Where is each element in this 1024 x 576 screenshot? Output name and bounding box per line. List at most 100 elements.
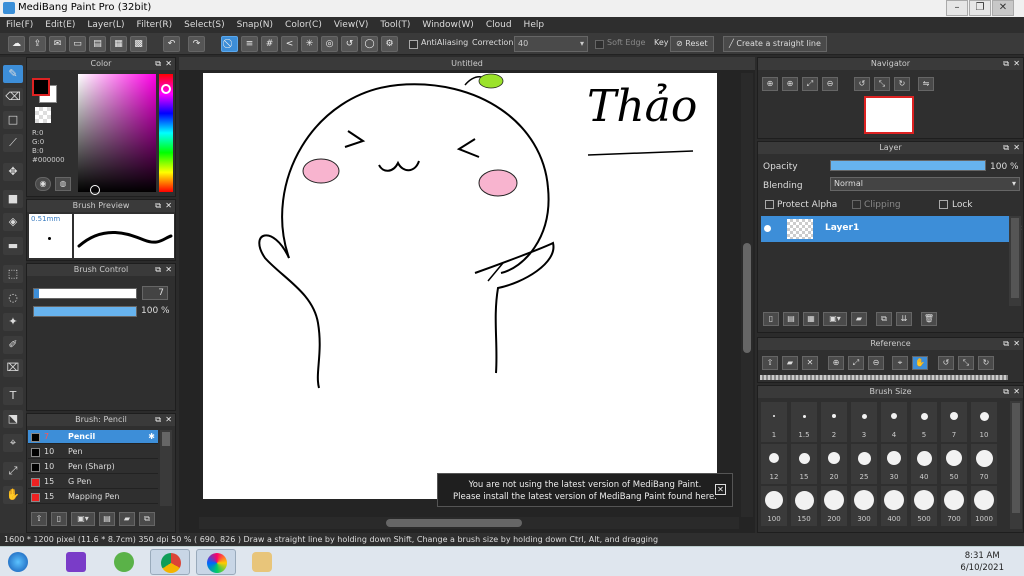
layer-folder-icon[interactable]: ▰ xyxy=(851,312,867,326)
divide-tool-icon[interactable]: ⬔ xyxy=(3,410,23,428)
flip-icon[interactable]: ⇋ xyxy=(918,77,934,91)
new-halftone-layer-icon[interactable]: ▤ xyxy=(783,312,799,326)
taskbar-app-paint[interactable] xyxy=(242,549,282,575)
fit-icon[interactable]: ⤢ xyxy=(802,77,818,91)
lock-checkbox[interactable] xyxy=(939,200,948,209)
close-icon[interactable]: ✕ xyxy=(165,58,172,70)
ellipse-snap-icon[interactable]: ◯ xyxy=(361,36,378,52)
popout-icon[interactable]: ⧉ xyxy=(155,200,161,212)
eraser-tool-icon[interactable]: ⌫ xyxy=(3,88,23,106)
close-icon[interactable]: ✕ xyxy=(165,200,172,212)
close-icon[interactable]: ✕ xyxy=(165,264,172,276)
drawing-canvas[interactable]: Thảo xyxy=(203,73,717,499)
brush-size-option[interactable]: 2 xyxy=(821,402,847,442)
brush-size-option[interactable]: 300 xyxy=(851,486,877,526)
popout-icon[interactable]: ⧉ xyxy=(155,414,161,426)
soft-edge-checkbox[interactable] xyxy=(595,40,604,49)
shape-tool-icon[interactable]: ■ xyxy=(3,190,23,208)
brush-size-option[interactable]: 70 xyxy=(971,444,997,484)
add-brush-icon[interactable]: ⇧ xyxy=(31,512,47,526)
gear-icon[interactable]: ✱ xyxy=(148,430,155,444)
popout-icon[interactable]: ⧉ xyxy=(1003,142,1009,154)
lasso-tool-icon[interactable]: ◌ xyxy=(3,289,23,307)
new-file-icon[interactable]: ▭ xyxy=(69,36,86,52)
brush-item-pencil[interactable]: 7 Pencil ✱ xyxy=(28,430,158,444)
create-straight-line-button[interactable]: ╱ Create a straight line xyxy=(723,36,827,52)
brush-properties-icon[interactable]: ▤ xyxy=(99,512,115,526)
redo-icon[interactable]: ↷ xyxy=(188,36,205,52)
popout-icon[interactable]: ⧉ xyxy=(1003,386,1009,398)
reference-close-icon[interactable]: ✕ xyxy=(802,356,818,370)
brush-size-option[interactable]: 1000 xyxy=(971,486,997,526)
popout-icon[interactable]: ⧉ xyxy=(155,264,161,276)
menu-layer[interactable]: Layer(L) xyxy=(81,17,130,33)
antialiasing-checkbox[interactable] xyxy=(409,40,418,49)
canvas-vertical-scrollbar[interactable] xyxy=(741,73,753,517)
cloud-icon[interactable]: ☁ xyxy=(8,36,25,52)
panel-icon[interactable]: ▦ xyxy=(110,36,127,52)
cross-snap-icon[interactable]: # xyxy=(261,36,278,52)
reference-folder-icon[interactable]: ▰ xyxy=(782,356,798,370)
zoom-in-alt-icon[interactable]: ⊕ xyxy=(782,77,798,91)
menu-view[interactable]: View(V) xyxy=(328,17,375,33)
update-notice[interactable]: You are not using the latest version of … xyxy=(437,473,733,507)
menu-cloud[interactable]: Cloud xyxy=(480,17,518,33)
move-tool-icon[interactable]: ✥ xyxy=(3,163,23,181)
gradient-tool-icon[interactable]: ▬ xyxy=(3,237,23,255)
popout-icon[interactable]: ⧉ xyxy=(155,58,161,70)
new-brush-icon[interactable]: ▯ xyxy=(51,512,67,526)
restore-button[interactable]: ❐ xyxy=(969,0,991,16)
taskbar-app-coccoc[interactable] xyxy=(104,549,144,575)
brush-list-scrollbar[interactable] xyxy=(160,430,172,506)
vanishing-snap-icon[interactable]: < xyxy=(281,36,298,52)
brush-size-option[interactable]: 30 xyxy=(881,444,907,484)
start-button[interactable] xyxy=(2,549,36,575)
brush-opacity-slider[interactable] xyxy=(33,306,137,317)
horizontal-scroll-thumb[interactable] xyxy=(386,519,522,527)
brush-size-option[interactable]: 40 xyxy=(911,444,937,484)
circle-snap-icon[interactable]: ◎ xyxy=(321,36,338,52)
brush-item-mapping-pen[interactable]: 15 Mapping Pen xyxy=(28,490,158,504)
minimize-button[interactable]: – xyxy=(946,0,968,16)
brush-size-option[interactable]: 7 xyxy=(941,402,967,442)
reference-fit-icon[interactable]: ⤢ xyxy=(848,356,864,370)
save-icon[interactable]: ▤ xyxy=(89,36,106,52)
menu-file[interactable]: File(F) xyxy=(0,17,39,33)
correction-select[interactable]: 40 ▾ xyxy=(514,36,588,52)
menu-help[interactable]: Help xyxy=(518,17,551,33)
blending-select[interactable]: Normal ▾ xyxy=(830,177,1020,191)
close-button[interactable]: ✕ xyxy=(992,0,1014,16)
snap-settings-icon[interactable]: ⚙ xyxy=(381,36,398,52)
brush-size-option[interactable]: 200 xyxy=(821,486,847,526)
reference-eyedropper-icon[interactable]: ⌖ xyxy=(892,356,908,370)
color-saturation-picker[interactable] xyxy=(78,74,156,192)
brush-size-value[interactable]: 7 xyxy=(142,286,168,300)
brush-duplicate-icon[interactable]: ⧉ xyxy=(139,512,155,526)
new-text-layer-icon[interactable]: ▦ xyxy=(803,312,819,326)
brush-size-option[interactable]: 3 xyxy=(851,402,877,442)
zoom-out-icon[interactable]: ⊖ xyxy=(822,77,838,91)
reference-hand-icon[interactable]: ✋ xyxy=(912,356,928,370)
vertical-scroll-thumb[interactable] xyxy=(743,243,751,353)
close-icon[interactable]: ✕ xyxy=(1013,142,1020,154)
brush-size-scrollbar[interactable] xyxy=(1010,401,1022,529)
grid-icon[interactable]: ▩ xyxy=(130,36,147,52)
zoom-in-icon[interactable]: ⊕ xyxy=(762,77,778,91)
color-settings-icon[interactable]: ◍ xyxy=(55,177,71,191)
primary-color-swatch[interactable] xyxy=(32,78,50,96)
hand-tool-icon[interactable]: ✋ xyxy=(3,486,23,504)
reference-fit-window-icon[interactable]: ⤡ xyxy=(958,356,974,370)
fit-window-icon[interactable]: ⤡ xyxy=(874,77,890,91)
brush-size-option[interactable]: 150 xyxy=(791,486,817,526)
document-tab[interactable]: Untitled xyxy=(179,57,755,70)
share-icon[interactable]: ⇪ xyxy=(29,36,46,52)
reference-zoom-out-icon[interactable]: ⊖ xyxy=(868,356,884,370)
select-pen-icon[interactable]: ✐ xyxy=(3,336,23,354)
brush-tool-icon[interactable]: ✎ xyxy=(3,65,23,83)
brush-folder-icon[interactable]: ▰ xyxy=(119,512,135,526)
reference-rotate-left-icon[interactable]: ↺ xyxy=(938,356,954,370)
brush-size-slider[interactable] xyxy=(33,288,137,299)
brush-size-option[interactable]: 100 xyxy=(761,486,787,526)
bucket-tool-icon[interactable]: ◈ xyxy=(3,213,23,231)
close-icon[interactable]: ✕ xyxy=(1013,386,1020,398)
